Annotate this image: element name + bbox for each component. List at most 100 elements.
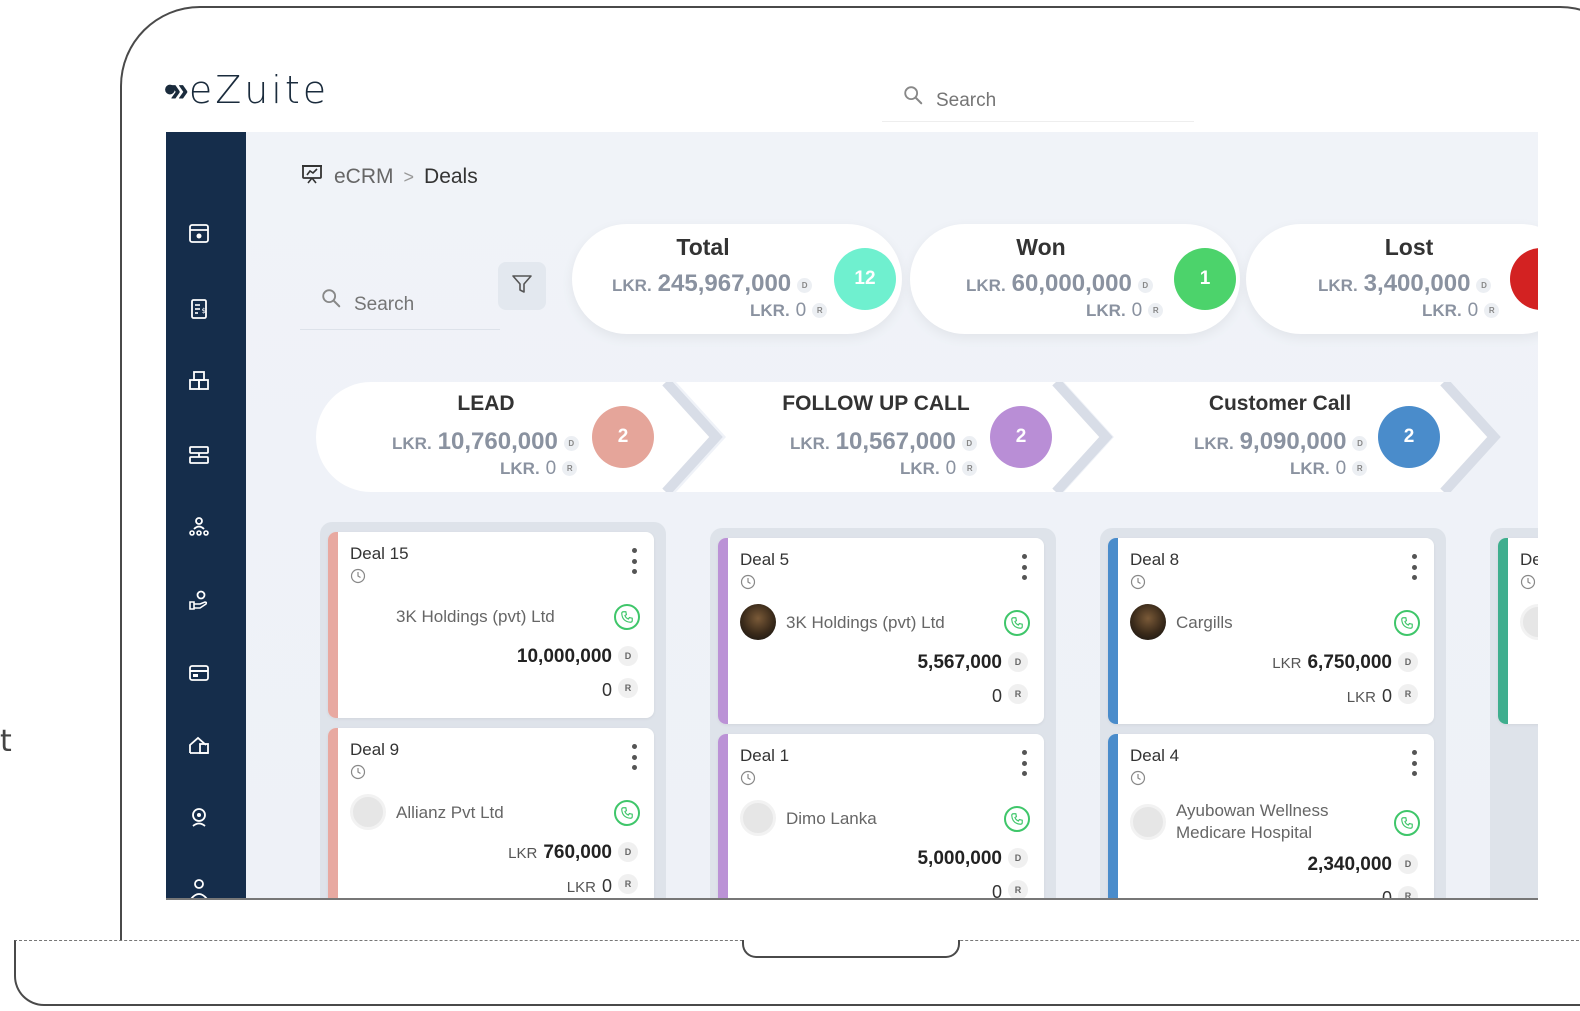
deal-card-stripe [718,538,728,724]
deal-card[interactable]: Deal 8 Cargills LKR 6,750,000 D LKR 0 R [1108,538,1434,724]
d-tag: D [1398,652,1418,672]
deal-received: 0 [991,686,1002,706]
r-tag: R [618,678,638,698]
breadcrumb: eCRM > Deals [300,162,478,192]
logo-chevrons-icon: •» [164,70,189,109]
global-search-input[interactable] [936,83,1166,112]
deal-card-stripe [328,532,338,718]
breadcrumb-separator: > [403,166,415,187]
deal-menu-icon[interactable] [1022,750,1028,776]
invoice-icon[interactable]: $ [186,296,212,322]
deal-name: Deal 1 [740,746,790,765]
main-content: eCRM > Deals Total LKR.245,967,000D LKR.… [246,132,1538,898]
r-tag: R [1398,886,1418,898]
filter-button[interactable] [498,262,546,310]
deal-name: Deal 5 [740,550,790,569]
d-tag: D [618,646,638,666]
deal-company[interactable]: Allianz Pvt Ltd [396,802,596,824]
deal-menu-icon[interactable] [1022,554,1028,580]
r-tag: R [1398,684,1418,704]
deal-card-stripe [1108,734,1118,898]
deal-search[interactable] [300,272,500,330]
summary-title: Total [676,234,730,260]
deal-company[interactable]: Cargills [1176,612,1376,634]
deal-card[interactable]: Deal 4 Ayubowan Wellness Medicare Hospit… [1108,734,1434,898]
stage-amount: LKR. 9,090,000 D [1194,428,1368,456]
deal-menu-icon[interactable] [632,744,638,770]
team-icon[interactable] [186,514,212,540]
deal-search-input[interactable] [354,285,484,316]
deal-column-customer-call: Deal 8 Cargills LKR 6,750,000 D LKR 0 R De… [1100,528,1446,898]
deal-company[interactable]: Ayubowan Wellness Medicare Hospital [1176,800,1376,844]
deal-menu-icon[interactable] [632,548,638,574]
deal-value: LKR 6,750,000 [1272,652,1392,673]
deal-card[interactable]: De [1498,538,1538,724]
deal-received: LKR 0 [566,876,612,896]
deal-card[interactable]: Deal 5 3K Holdings (pvt) Ltd 5,567,000 D… [718,538,1044,724]
deal-card[interactable]: Deal 1 Dimo Lanka 5,000,000 D 0 R [718,734,1044,900]
avatar [350,794,386,830]
breadcrumb-current: Deals [424,165,478,188]
avatar [1520,604,1538,640]
phone-icon[interactable] [1004,806,1030,832]
user-icon[interactable] [186,876,212,898]
phone-icon[interactable] [1394,610,1420,636]
deal-card[interactable]: Deal 15 3K Holdings (pvt) Ltd 10,000,000… [328,532,654,718]
svg-text:$: $ [202,307,206,315]
stage-sub-amount: LKR. 0 R [900,458,978,480]
global-search[interactable] [882,74,1194,122]
phone-icon[interactable] [1004,610,1030,636]
stage-customer-call[interactable]: Customer Call LKR. 9,090,000 D LKR. 0 R 2 [1064,382,1524,492]
deal-received: 0 [991,882,1002,900]
deal-menu-icon[interactable] [1412,750,1418,776]
workflow-icon[interactable] [186,442,212,468]
deal-card-stripe [718,734,728,898]
avatar [740,800,776,836]
calendar-icon[interactable] [186,220,212,246]
deal-card-stripe [328,728,338,898]
app-logo[interactable]: •» eZuite [164,66,329,114]
summary-amount: LKR. 3,400,000 D [1318,270,1492,298]
deal-menu-icon[interactable] [1412,554,1418,580]
stage-count-badge: 2 [990,406,1052,468]
deal-value: LKR 760,000 [508,842,612,863]
d-tag: D [1398,854,1418,874]
stage-lead[interactable]: LEAD LKR. 10,760,000 D LKR. 0 R 2 [316,382,736,492]
deal-card[interactable]: Deal 9 Allianz Pvt Ltd LKR 760,000 D LKR 0… [328,728,654,898]
deal-name: Deal 9 [350,740,400,759]
summary-sub-amount: LKR. 0 R [1422,300,1500,322]
summary-card-won[interactable]: Won LKR. 60,000,000 D LKR. 0 R 1 [910,224,1240,334]
deal-company[interactable]: 3K Holdings (pvt) Ltd [786,612,986,634]
avatar [1130,604,1166,640]
stage-amount: LKR. 10,760,000 D [392,428,579,456]
deal-card-stripe [1498,538,1508,724]
hand-coin-icon[interactable] [186,588,212,614]
phone-icon[interactable] [1394,810,1420,836]
avatar [740,604,776,640]
summary-card-lost[interactable]: Lost LKR. 3,400,000 D LKR. 0 R [1246,224,1538,334]
property-icon[interactable] [186,732,212,758]
support-icon[interactable] [186,804,212,830]
search-icon [320,287,342,314]
phone-icon[interactable] [614,604,640,630]
presentation-icon [300,162,324,192]
d-tag: D [1008,652,1028,672]
clock-icon [350,568,366,584]
deal-name: Deal 4 [1130,746,1180,765]
breadcrumb-root[interactable]: eCRM [334,165,394,189]
summary-card-total[interactable]: Total LKR. 245,967,000 D LKR. 0 R 12 [572,224,902,334]
stage-follow-up-call[interactable]: FOLLOW UP CALL LKR. 10,567,000 D LKR. 0 R 2 [676,382,1116,492]
clock-icon [1130,574,1146,590]
deal-company[interactable]: 3K Holdings (pvt) Ltd [396,606,596,628]
phone-icon[interactable] [614,800,640,826]
stray-text: t [0,724,12,759]
stage-count-badge: 2 [592,406,654,468]
avatar [1130,804,1166,840]
clock-icon [740,574,756,590]
deal-column-lead: Deal 15 3K Holdings (pvt) Ltd 10,000,000… [320,522,666,898]
deal-value: 5,000,000 [917,848,1002,869]
boxes-icon[interactable] [186,368,212,394]
deal-company[interactable]: Dimo Lanka [786,808,986,830]
deal-value: 10,000,000 [516,646,612,667]
card-icon[interactable] [186,660,212,686]
